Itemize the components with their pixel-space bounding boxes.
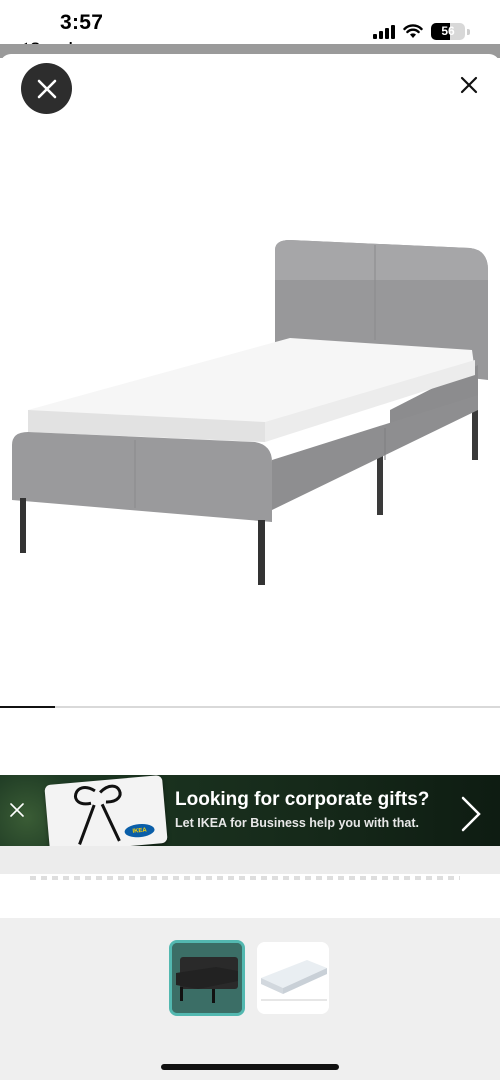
- cellular-signal-icon: [373, 24, 395, 39]
- page-divider-strip: [0, 846, 500, 874]
- thumbnail-panel: [0, 918, 500, 1080]
- close-sheet-button[interactable]: [458, 74, 480, 96]
- mattress-thumbnail-image: [257, 942, 329, 1014]
- clock: 3:57: [60, 11, 104, 34]
- chevron-right-icon[interactable]: [458, 794, 484, 834]
- product-image-bed[interactable]: [0, 210, 500, 610]
- battery-percentage: 56: [441, 24, 455, 38]
- status-bar: 3:57 ◀ Search 56: [0, 0, 500, 55]
- obscured-text-line: [30, 876, 460, 880]
- ad-close-button[interactable]: [6, 799, 28, 821]
- close-icon: [37, 79, 56, 98]
- close-gallery-button[interactable]: [21, 63, 72, 114]
- close-icon: [10, 803, 24, 817]
- ad-title: Looking for corporate gifts?: [175, 789, 430, 810]
- bed-thumbnail-image: [172, 943, 242, 1013]
- close-icon: [460, 76, 478, 94]
- battery-icon: 56: [431, 23, 465, 40]
- status-icons: 56: [373, 23, 470, 40]
- thumbnail-mattress[interactable]: [257, 942, 329, 1014]
- home-indicator: [161, 1064, 339, 1070]
- battery-tip: [467, 28, 470, 35]
- thumbnail-bed[interactable]: [169, 940, 245, 1016]
- gallery-progress-fill: [0, 706, 55, 708]
- ad-subtitle: Let IKEA for Business help you with that…: [175, 816, 420, 830]
- wifi-icon: [403, 24, 423, 38]
- gallery-progress-track: [0, 706, 500, 708]
- ribbon-bow-icon: [74, 784, 122, 845]
- gift-card-image: IKEA: [44, 775, 168, 846]
